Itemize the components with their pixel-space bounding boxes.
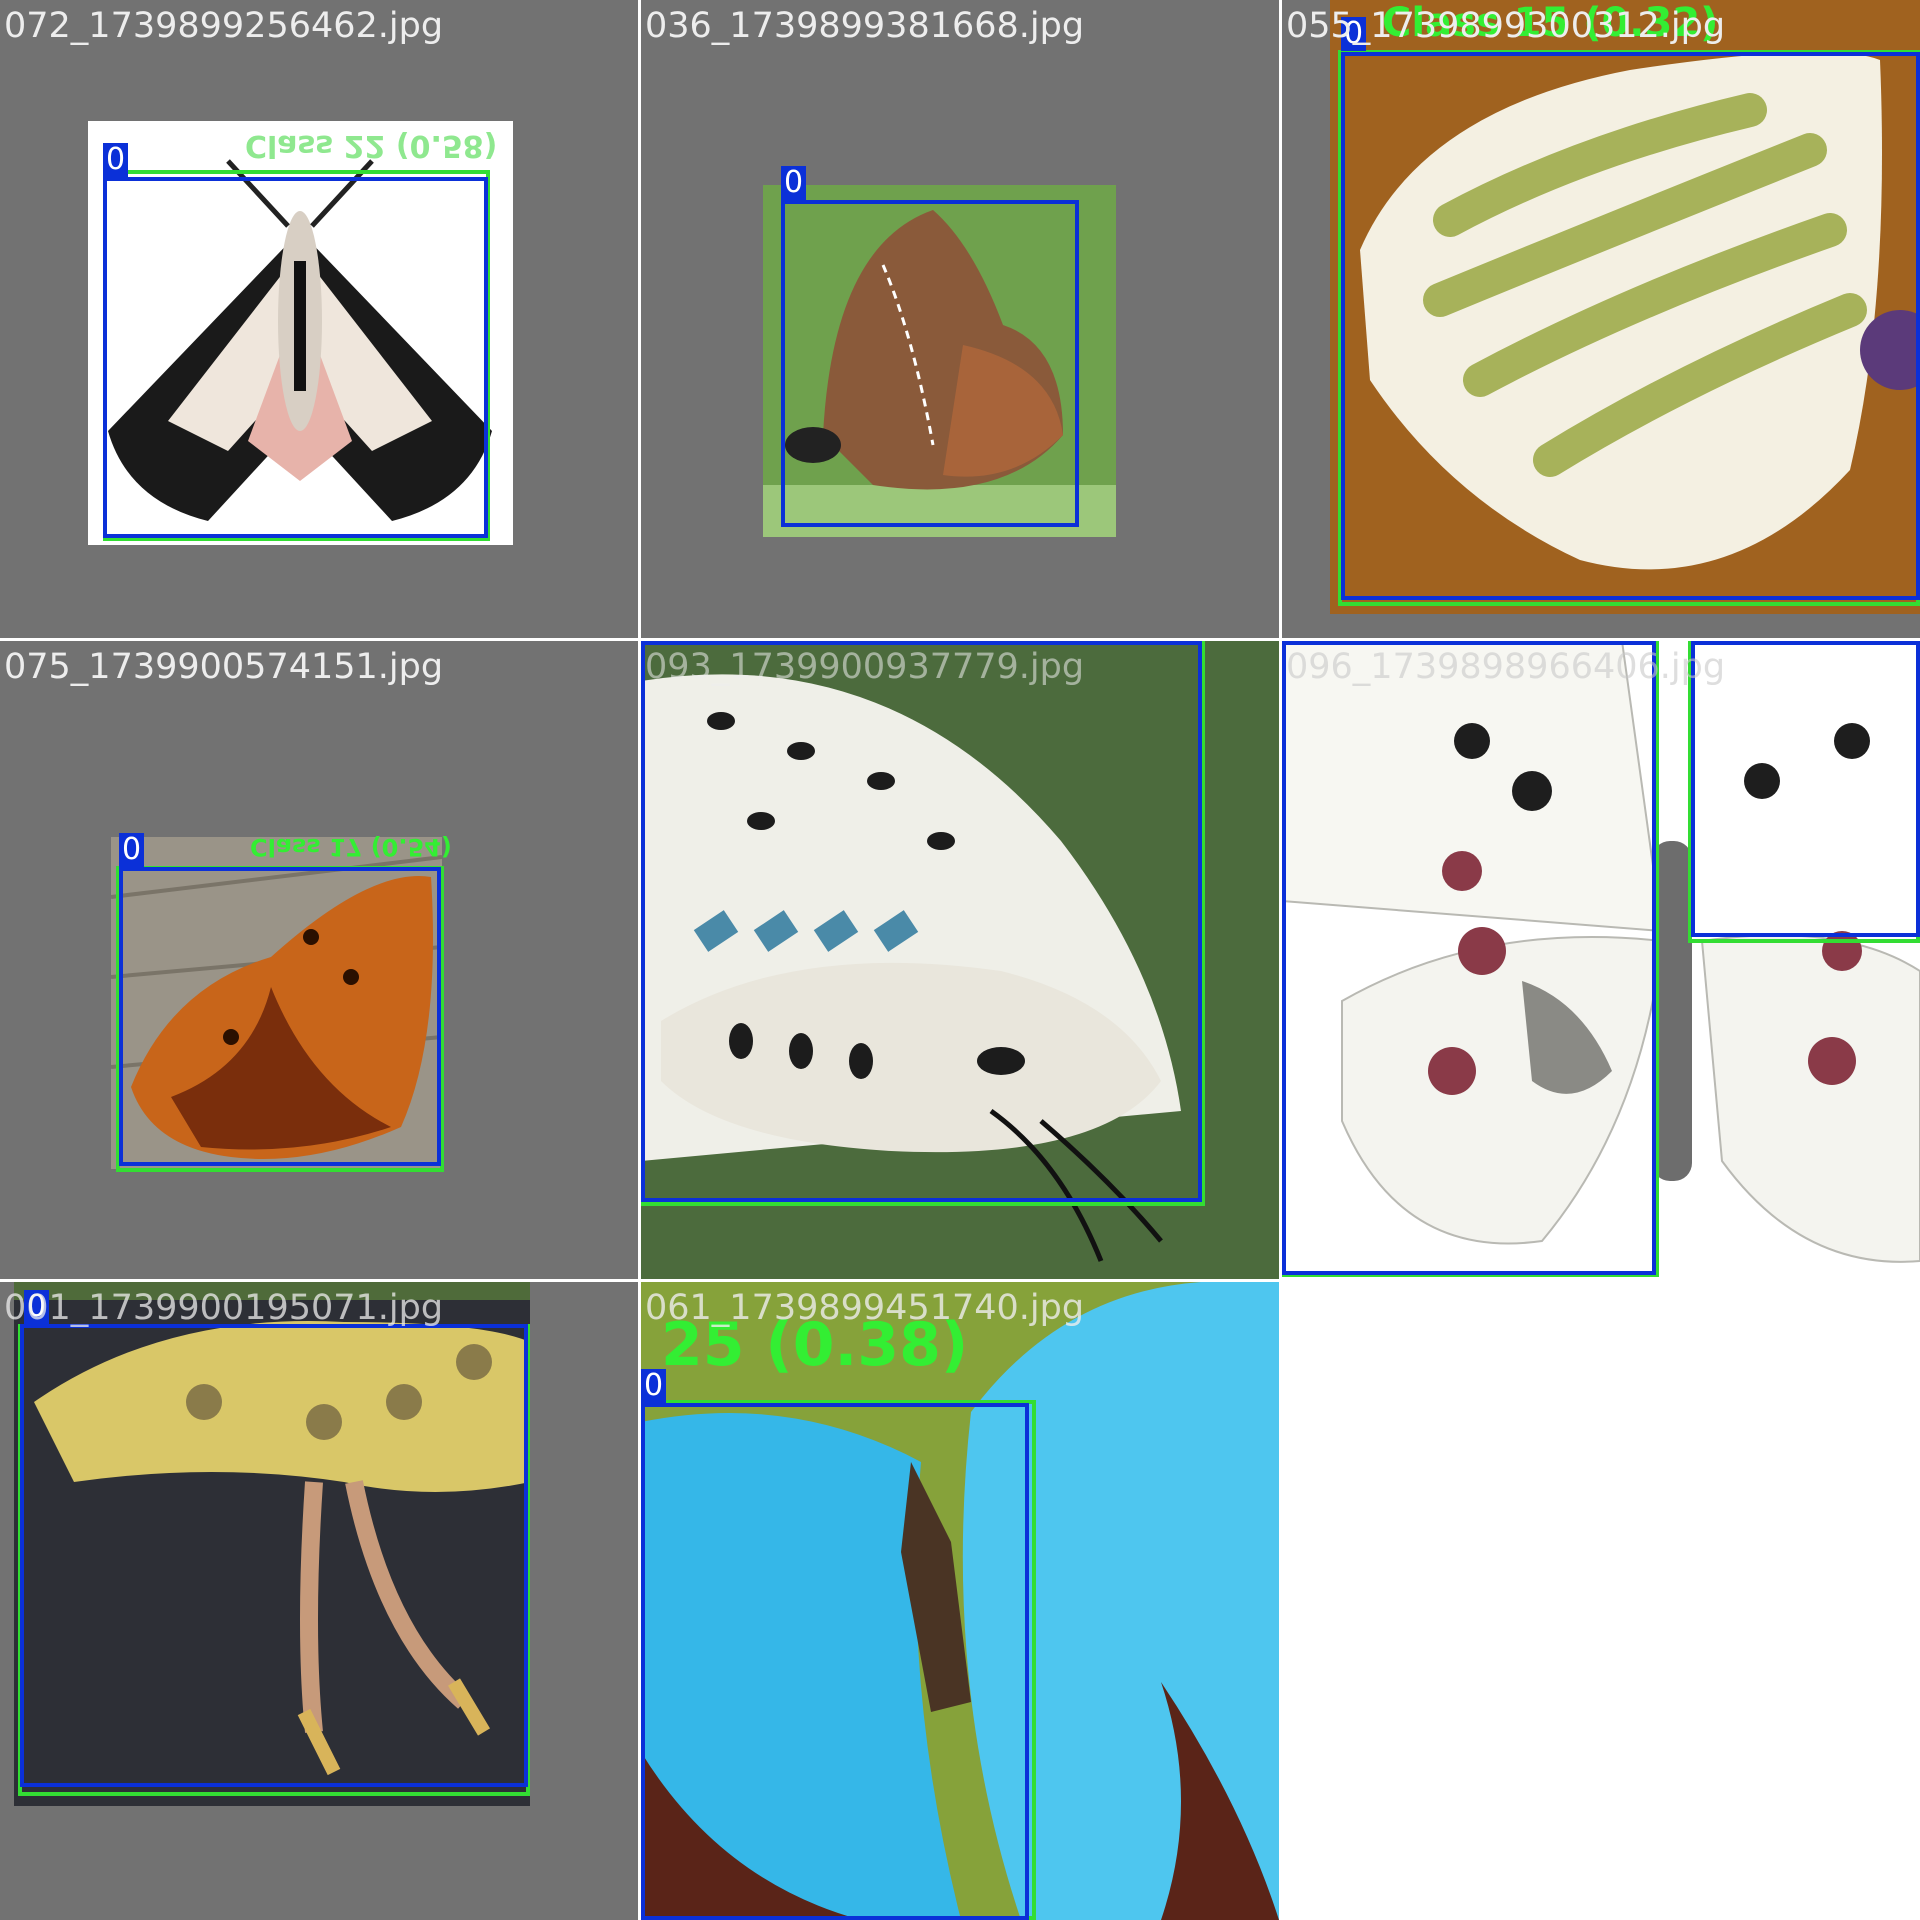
prediction-box xyxy=(119,867,441,1166)
detection-overlay-text: Class 17 (0.54) xyxy=(250,833,452,861)
mosaic-tile: 0 093_1739900937779.jpg xyxy=(641,641,1279,1279)
prediction-box xyxy=(1341,52,1920,600)
prediction-box xyxy=(20,1324,528,1787)
prediction-box xyxy=(641,641,1202,1202)
mosaic-tile: 0 Class 17 (0.54) 075_1739900574151.jpg xyxy=(0,641,638,1279)
box-class-label: 0 xyxy=(119,833,145,867)
box-class-label: 0 xyxy=(781,166,807,200)
mosaic-tile: 0 25 (0.38) 061_1739899451740.jpg xyxy=(641,1282,1279,1920)
prediction-box xyxy=(641,1403,1029,1920)
tile-filename: 096_1739898966406.jpg xyxy=(1286,647,1726,687)
prediction-box xyxy=(103,177,488,538)
mosaic-tile: 0 Class 15 (0.32) 055_1739899300312.jpg xyxy=(1282,0,1920,638)
tile-filename: 072_1739899256462.jpg xyxy=(4,6,444,46)
mosaic-tile: 0 036_1739899381668.jpg xyxy=(641,0,1279,638)
tile-filename: 036_1739899381668.jpg xyxy=(645,6,1085,46)
prediction-box xyxy=(1691,641,1920,937)
prediction-box xyxy=(1282,641,1656,1275)
tile-filename: 093_1739900937779.jpg xyxy=(645,647,1085,687)
tile-filename: 075_1739900574151.jpg xyxy=(4,647,444,687)
box-class-label: 0 xyxy=(103,143,129,177)
detection-overlay-text: Class 22 (0.58) xyxy=(245,128,498,163)
tile-filename: 055_1739899300312.jpg xyxy=(1286,6,1726,46)
tile-filename: 061_1739899451740.jpg xyxy=(645,1288,1085,1328)
mosaic-tile: 0 Class 22 (0.58) 072_1739899256462.jpg xyxy=(0,0,638,638)
prediction-box xyxy=(781,200,1079,527)
tile-filename: 001_1739900195071.jpg xyxy=(4,1288,444,1328)
mosaic-tile: 0 001_1739900195071.jpg xyxy=(0,1282,638,1920)
mosaic-tile: 0 0 096_1739898966406.jpg xyxy=(1282,641,1920,1279)
mosaic-grid: 0 Class 22 (0.58) 072_1739899256462.jpg … xyxy=(0,0,1920,1920)
